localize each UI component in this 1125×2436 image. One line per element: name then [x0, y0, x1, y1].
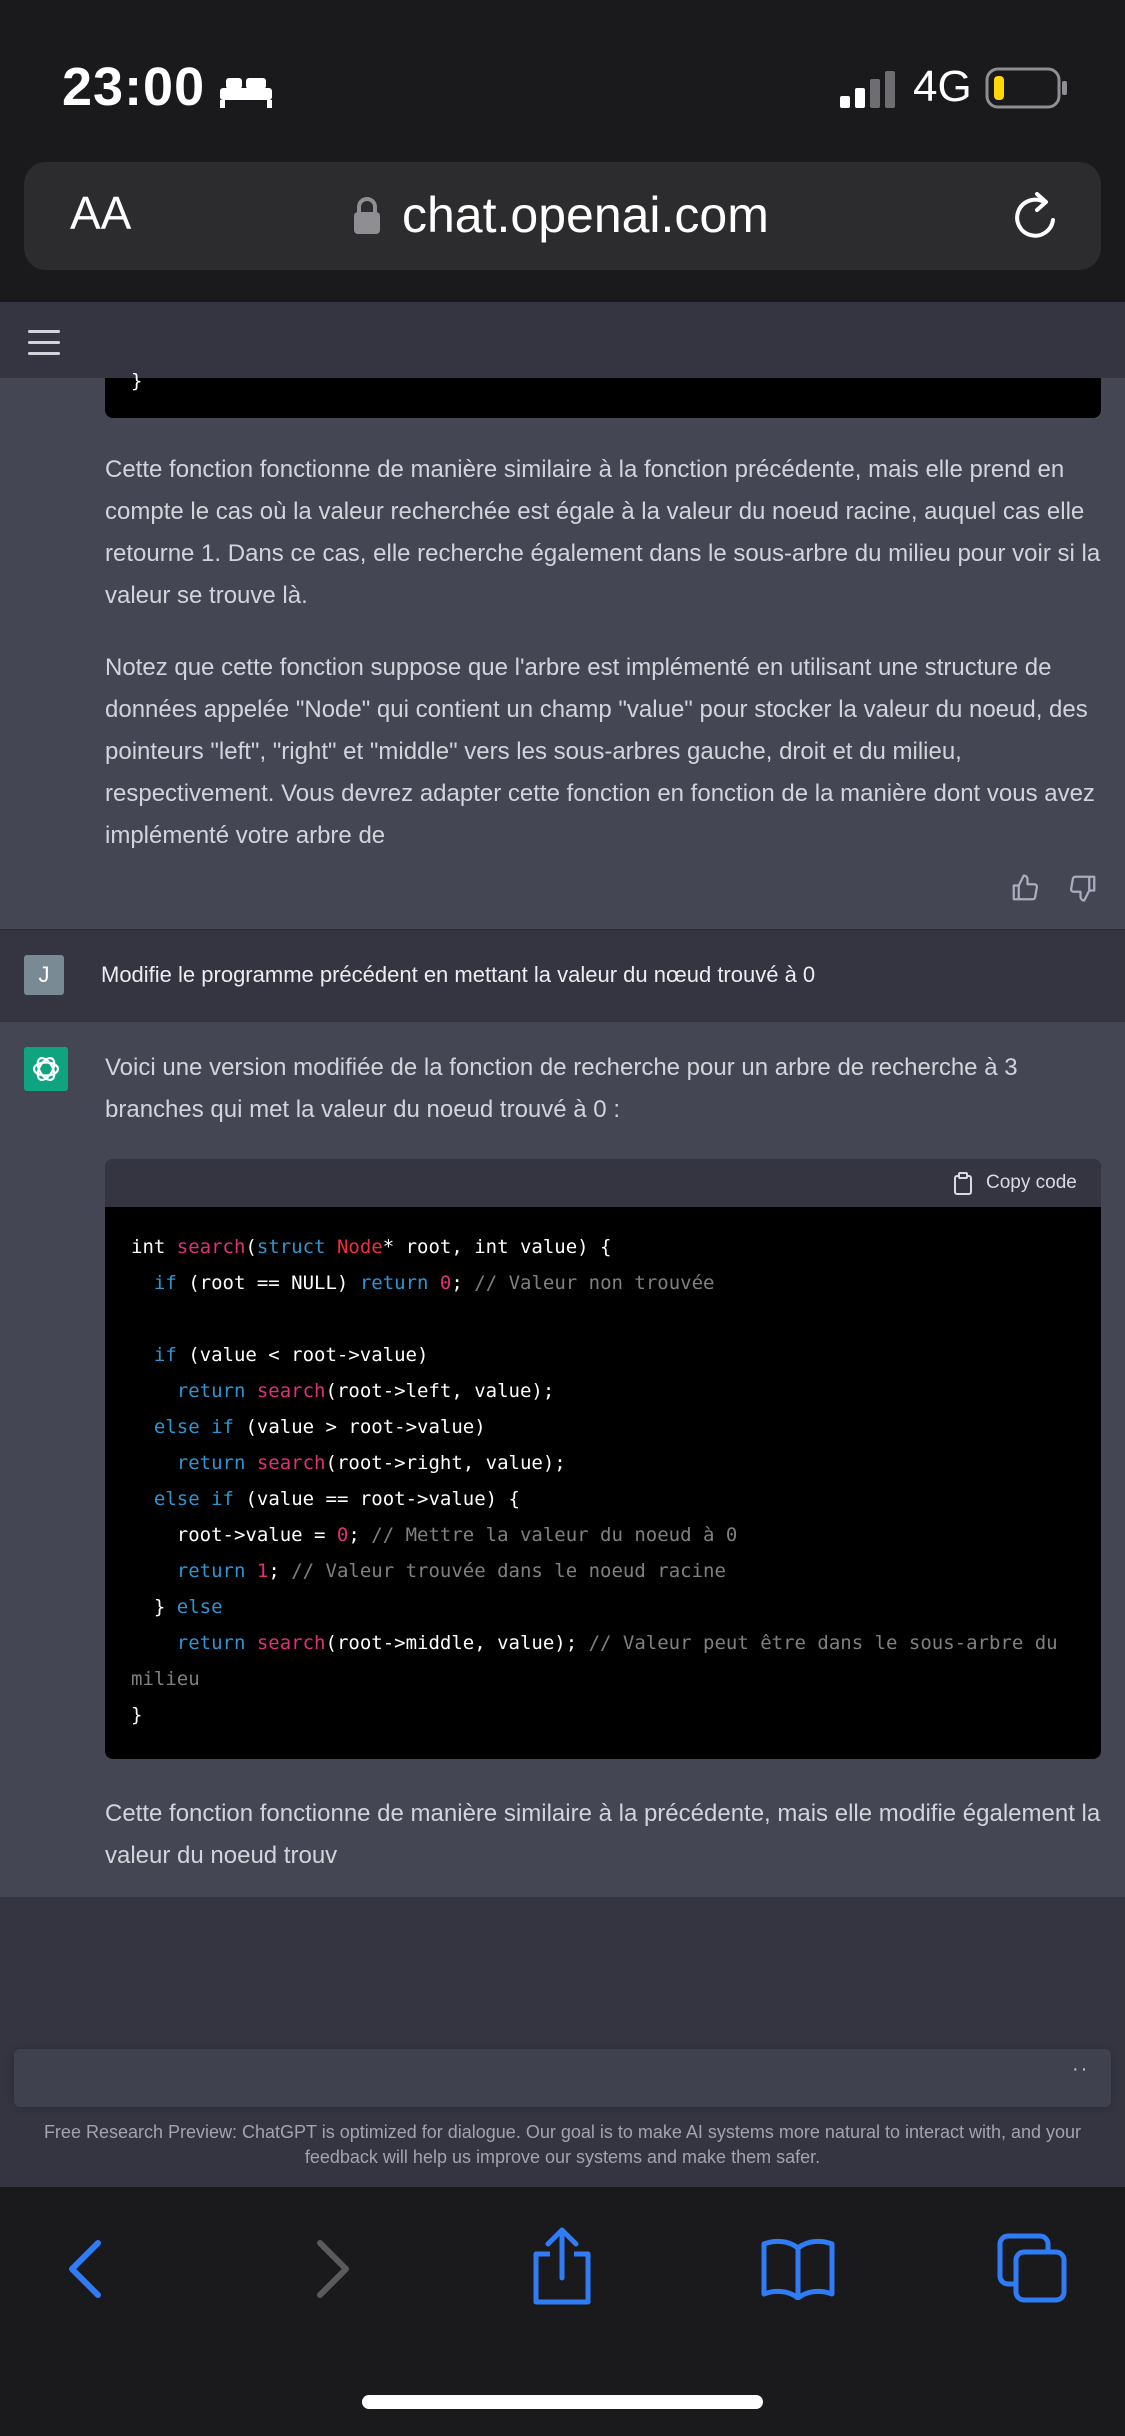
- code-content: int search(struct Node* root, int value)…: [131, 1229, 1076, 1733]
- user-avatar: J: [24, 955, 64, 995]
- code-line: } else: [131, 1596, 223, 1618]
- assistant-paragraph: Notez que cette fonction suppose que l'a…: [105, 654, 1095, 849]
- code-line: return 1; // Valeur trouvée dans le noeu…: [176, 1560, 726, 1582]
- code-block-tail: }: [105, 370, 1101, 418]
- forward-icon[interactable]: [306, 2237, 356, 2301]
- code-line: return search(root->right, value);: [176, 1452, 566, 1474]
- code-line: if (root == NULL) return 0; // Valeur no…: [153, 1272, 715, 1294]
- code-line: return search(root->middle, value); // V…: [131, 1632, 1070, 1690]
- lock-icon: [354, 197, 380, 234]
- back-icon[interactable]: [62, 2237, 112, 2301]
- user-message-text: Modifie le programme précédent en mettan…: [101, 962, 816, 987]
- share-icon[interactable]: [528, 2226, 596, 2306]
- home-indicator[interactable]: [362, 2395, 763, 2409]
- hamburger-menu-icon[interactable]: [28, 330, 60, 358]
- code-line: if (value < root->value): [153, 1344, 429, 1366]
- assistant-paragraph: Cette fonction fonctionne de manière sim…: [105, 456, 1101, 609]
- code-closing-brace: }: [131, 370, 143, 392]
- battery-icon: [985, 67, 1067, 109]
- code-line: }: [131, 1704, 143, 1726]
- code-line: else if (value > root->value): [153, 1416, 486, 1438]
- chatgpt-logo-icon: [24, 1047, 68, 1091]
- thumbs-down-icon[interactable]: [1068, 873, 1098, 903]
- code-line: int search(struct Node* root, int value)…: [131, 1236, 612, 1258]
- message-input[interactable]: [14, 2049, 1111, 2107]
- copy-code-button[interactable]: Copy code: [986, 1170, 1077, 1196]
- bookmarks-icon[interactable]: [760, 2236, 836, 2300]
- signal-icon: [840, 71, 895, 108]
- footer-disclaimer: Free Research Preview: ChatGPT is optimi…: [43, 2122, 1082, 2167]
- code-line: else if (value == root->value) {: [153, 1488, 520, 1510]
- thumbs-up-icon[interactable]: [1010, 873, 1040, 903]
- code-line: root->value = 0; // Mettre la valeur du …: [131, 1524, 738, 1546]
- url-domain[interactable]: chat.openai.com: [402, 186, 769, 244]
- typing-indicator: ··: [1072, 2058, 1090, 2080]
- assistant-outro: Cette fonction fonctionne de manière sim…: [105, 1800, 1101, 1869]
- status-time: 23:00: [62, 57, 206, 117]
- text-size-button[interactable]: AA: [70, 186, 131, 240]
- assistant-intro: Voici une version modifiée de la fonctio…: [105, 1054, 1018, 1123]
- app-header: [0, 302, 1125, 379]
- tabs-icon[interactable]: [996, 2232, 1068, 2304]
- reload-icon[interactable]: [1008, 186, 1064, 246]
- code-line: return search(root->left, value);: [176, 1380, 555, 1402]
- network-type: 4G: [913, 62, 972, 111]
- clipboard-icon[interactable]: [952, 1172, 974, 1196]
- bed-icon: [220, 78, 272, 108]
